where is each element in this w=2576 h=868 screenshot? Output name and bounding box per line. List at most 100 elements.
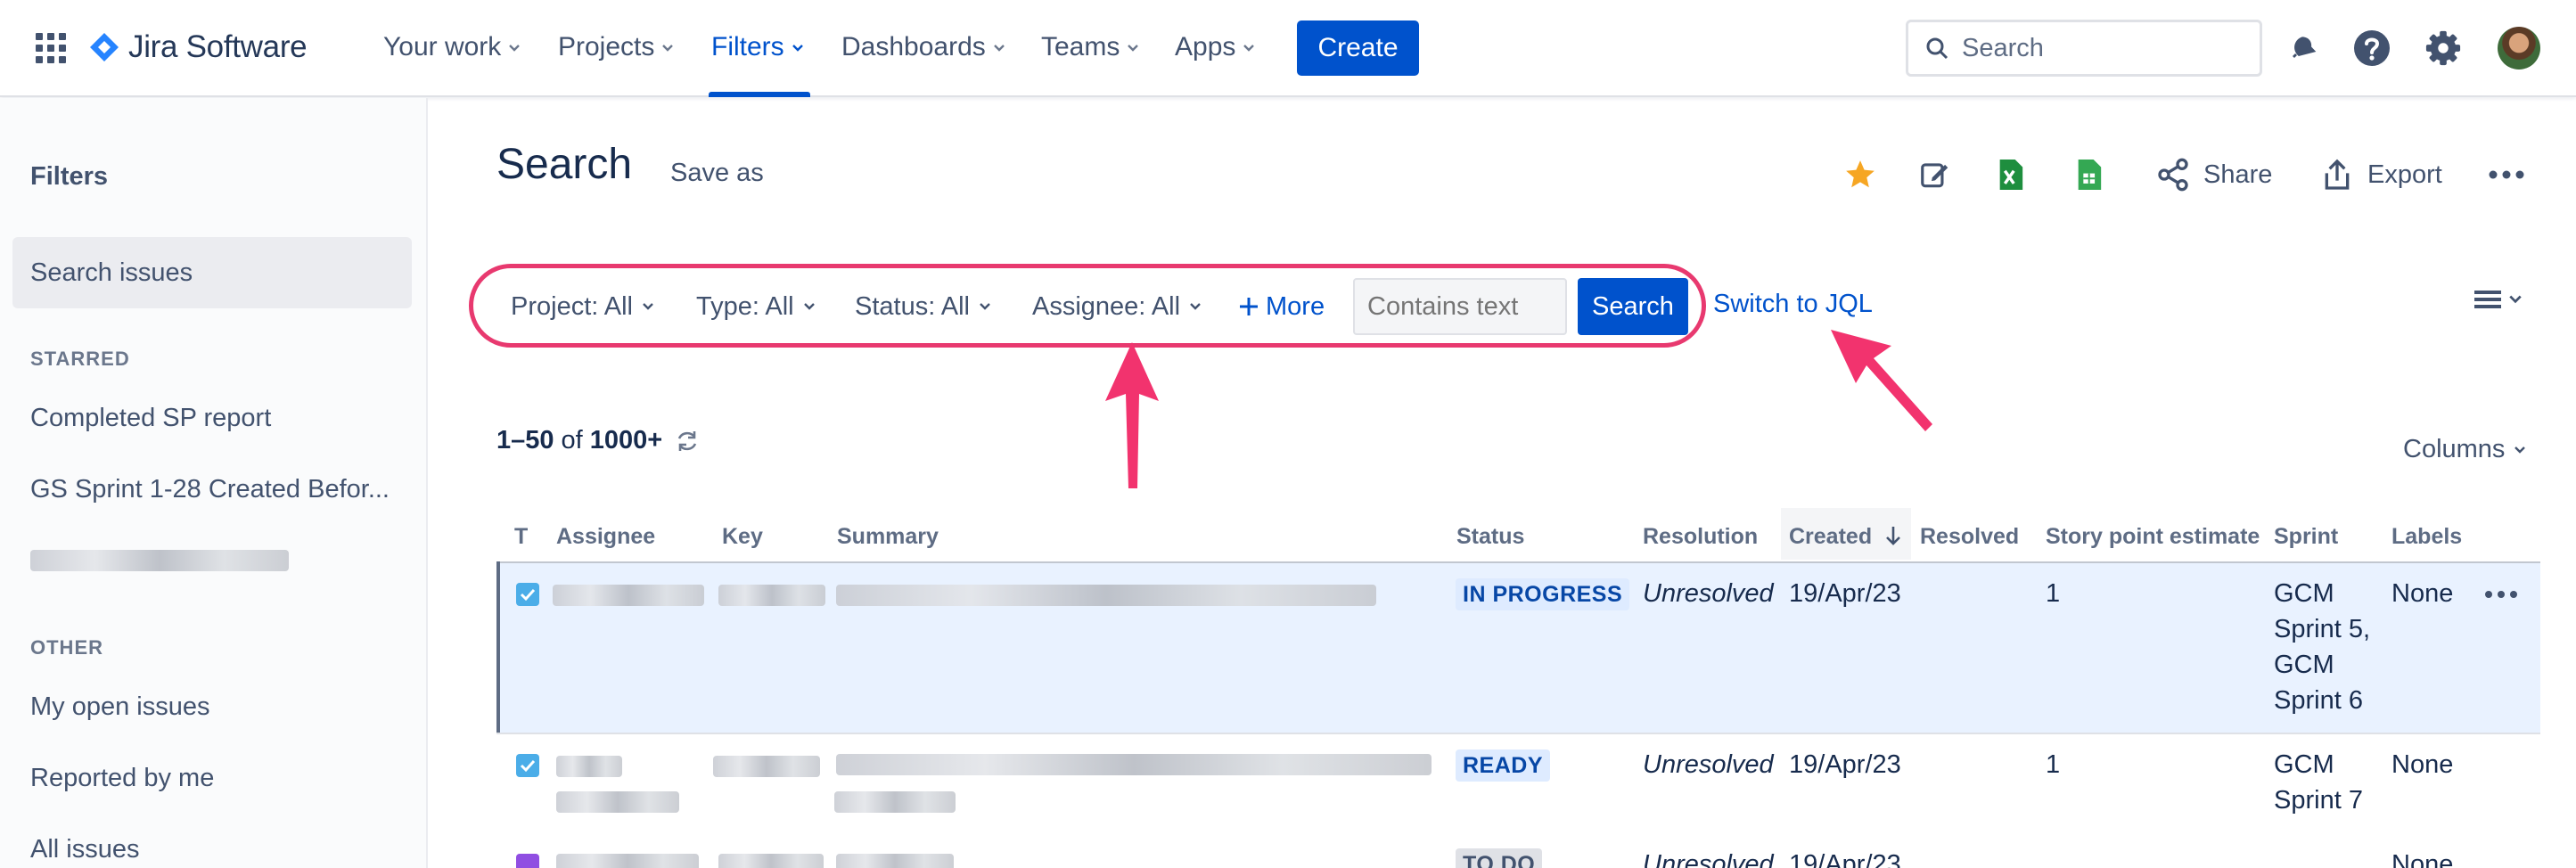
more-filters-button[interactable]: More bbox=[1237, 287, 1325, 326]
story-type-icon bbox=[516, 754, 539, 777]
status-badge[interactable]: TO DO bbox=[1456, 848, 1543, 868]
assignee-redacted bbox=[556, 756, 622, 777]
search-button[interactable]: Search bbox=[1578, 278, 1688, 335]
summary-redacted[interactable] bbox=[836, 854, 954, 868]
nav-label: Projects bbox=[558, 32, 655, 61]
list-view-icon bbox=[2474, 291, 2501, 308]
export-excel-button[interactable] bbox=[1997, 153, 2036, 196]
active-nav-indicator bbox=[709, 92, 810, 97]
apps-grid-icon[interactable] bbox=[36, 33, 66, 63]
view-toggle-button[interactable] bbox=[2474, 289, 2523, 310]
settings-icon[interactable] bbox=[2423, 28, 2464, 69]
sprint-line: GCM bbox=[2274, 651, 2334, 679]
nav-projects[interactable]: Projects bbox=[558, 27, 674, 68]
top-navigation: Jira Software Your work Projects Filters… bbox=[0, 0, 2576, 97]
contains-text-input[interactable] bbox=[1353, 278, 1567, 335]
nav-filters[interactable]: Filters bbox=[711, 27, 804, 68]
sidebar-item-reported-by-me[interactable]: Reported by me bbox=[12, 742, 412, 814]
resolution-cell: Unresolved bbox=[1643, 576, 1774, 611]
labels-cell: None bbox=[2391, 579, 2454, 608]
notifications-icon[interactable] bbox=[2282, 28, 2323, 69]
search-icon bbox=[1926, 37, 1948, 60]
search-placeholder: Search bbox=[1962, 33, 2044, 62]
nav-apps[interactable]: Apps bbox=[1175, 27, 1255, 68]
resolution-cell: Unresolved bbox=[1643, 747, 1774, 782]
edit-details-button[interactable] bbox=[1918, 153, 1965, 196]
avatar[interactable] bbox=[2498, 27, 2540, 70]
star-button[interactable] bbox=[1843, 153, 1890, 196]
sprint-cell: GCM Sprint 5, GCM Sprint 6 bbox=[2274, 576, 2370, 718]
star-icon bbox=[1846, 160, 1875, 188]
sidebar-item-label: My open issues bbox=[30, 692, 210, 721]
chevron-down-icon bbox=[2514, 446, 2526, 454]
chevron-down-icon bbox=[2509, 295, 2522, 304]
help-icon[interactable] bbox=[2351, 28, 2392, 69]
sidebar-section-starred: STARRED bbox=[30, 348, 130, 370]
sidebar-item-all-issues[interactable]: All issues bbox=[12, 814, 412, 868]
more-actions-button[interactable] bbox=[2489, 153, 2537, 196]
sidebar-item-redacted[interactable] bbox=[12, 525, 412, 596]
assignee-filter[interactable]: Assignee: All bbox=[1032, 287, 1202, 326]
sidebar-item-gs-sprint[interactable]: GS Sprint 1-28 Created Befor... bbox=[12, 454, 412, 525]
brand-name: Jira Software bbox=[128, 29, 308, 64]
column-header-sprint[interactable]: Sprint bbox=[2274, 524, 2338, 550]
status-badge[interactable]: READY bbox=[1456, 749, 1551, 782]
story-points-cell: 1 bbox=[2046, 579, 2061, 608]
nav-teams[interactable]: Teams bbox=[1041, 27, 1139, 68]
resolution-value: Unresolved bbox=[1643, 579, 1774, 608]
status-badge[interactable]: IN PROGRESS bbox=[1456, 578, 1630, 610]
column-header-created[interactable]: Created bbox=[1789, 524, 1903, 550]
column-header-resolution[interactable]: Resolution bbox=[1643, 524, 1758, 550]
column-header-labels[interactable]: Labels bbox=[2391, 524, 2462, 550]
summary-redacted[interactable] bbox=[836, 585, 1376, 606]
jira-logo[interactable]: Jira Software bbox=[87, 27, 308, 68]
created-cell: 19/Apr/23 bbox=[1789, 750, 1901, 779]
sidebar-item-my-open-issues[interactable]: My open issues bbox=[12, 671, 412, 742]
filter-label: Assignee: All bbox=[1032, 291, 1181, 321]
sidebar-item-label: All issues bbox=[30, 834, 140, 864]
assignee-redacted bbox=[553, 585, 704, 606]
export-icon bbox=[2325, 159, 2350, 190]
sprint-cell: GCM Sprint 7 bbox=[2274, 747, 2363, 818]
status-filter[interactable]: Status: All bbox=[855, 287, 991, 326]
issue-key-redacted[interactable] bbox=[718, 854, 824, 868]
global-search-input[interactable]: Search bbox=[1906, 20, 2262, 77]
create-button[interactable]: Create bbox=[1297, 20, 1419, 76]
issue-key-redacted[interactable] bbox=[718, 585, 825, 606]
filter-label: Project: All bbox=[511, 291, 633, 321]
summary-redacted[interactable] bbox=[834, 791, 956, 813]
export-sheets-button[interactable] bbox=[2075, 153, 2114, 196]
columns-button[interactable]: Columns bbox=[2403, 435, 2526, 464]
share-button[interactable]: Share bbox=[2155, 153, 2272, 196]
project-filter[interactable]: Project: All bbox=[511, 287, 654, 326]
type-filter[interactable]: Type: All bbox=[696, 287, 816, 326]
export-button[interactable]: Export bbox=[2319, 153, 2442, 196]
column-header-status[interactable]: Status bbox=[1456, 524, 1524, 550]
sidebar-item-completed-sp-report[interactable]: Completed SP report bbox=[12, 382, 412, 454]
refresh-icon[interactable] bbox=[675, 429, 700, 454]
column-header-type[interactable]: T bbox=[514, 524, 528, 550]
row-divider bbox=[496, 733, 2540, 734]
row-more-icon[interactable] bbox=[2485, 590, 2517, 599]
save-as-button[interactable]: Save as bbox=[670, 159, 764, 188]
chevron-down-icon bbox=[662, 45, 674, 52]
column-header-resolved[interactable]: Resolved bbox=[1920, 524, 2019, 550]
chevron-down-icon bbox=[803, 303, 815, 310]
story-points-cell: 1 bbox=[2046, 750, 2061, 779]
sprint-line: Sprint 6 bbox=[2274, 686, 2363, 715]
issue-key-redacted[interactable] bbox=[713, 756, 820, 777]
redacted-text bbox=[30, 550, 289, 571]
sidebar-item-search-issues[interactable]: Search issues bbox=[12, 237, 412, 308]
column-header-key[interactable]: Key bbox=[722, 524, 763, 550]
switch-to-jql-link[interactable]: Switch to JQL bbox=[1713, 290, 1873, 319]
summary-redacted[interactable] bbox=[836, 754, 1432, 775]
column-header-assignee[interactable]: Assignee bbox=[556, 524, 655, 550]
gear-icon bbox=[2425, 30, 2461, 66]
filter-label: Status: All bbox=[855, 291, 970, 321]
sort-descending-icon bbox=[1886, 527, 1900, 545]
story-type-icon bbox=[516, 583, 539, 606]
nav-your-work[interactable]: Your work bbox=[383, 27, 521, 68]
column-header-story-points[interactable]: Story point estimate bbox=[2046, 524, 2260, 550]
nav-dashboards[interactable]: Dashboards bbox=[841, 27, 1005, 68]
column-header-summary[interactable]: Summary bbox=[837, 524, 939, 550]
